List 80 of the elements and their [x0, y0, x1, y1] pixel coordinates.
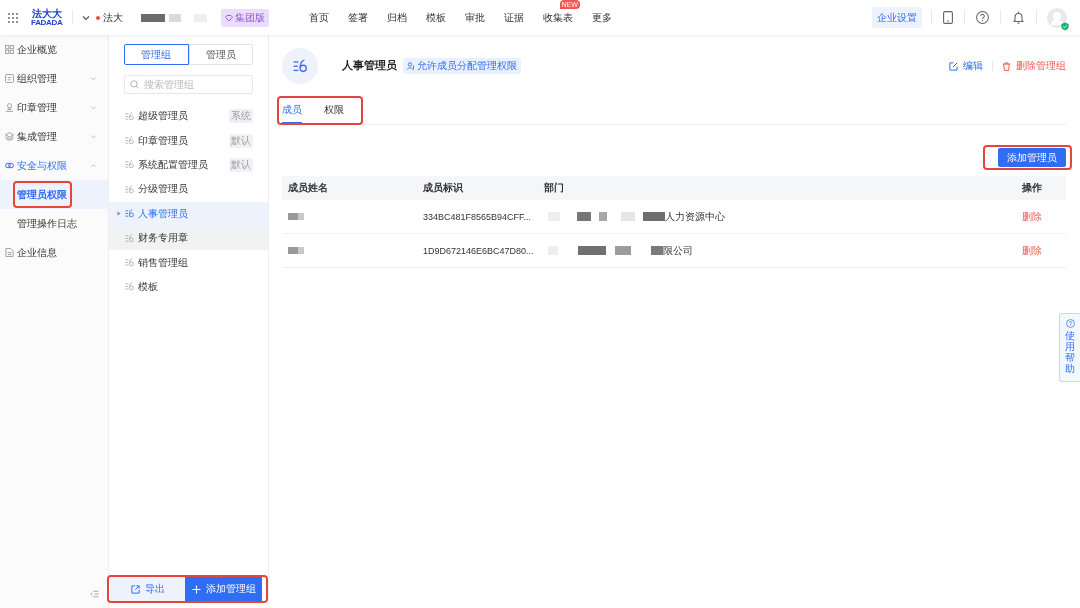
nav-link[interactable]: 签署 [347, 10, 368, 25]
verified-badge-icon [1061, 21, 1069, 31]
group-item[interactable]: 财务专用章 [109, 225, 268, 251]
person-list-icon [125, 233, 134, 243]
person-list-icon [125, 184, 134, 194]
column-header: 成员姓名 [287, 181, 329, 195]
caret-right-icon [117, 211, 121, 217]
tab[interactable]: 权限 [324, 96, 344, 124]
sidebar-item[interactable]: 印章管理 [0, 93, 108, 122]
layers-icon [5, 132, 14, 141]
nav-link[interactable]: 证据 [503, 10, 524, 25]
column-header: 部门 [543, 181, 565, 195]
status-dot-icon [95, 15, 100, 20]
add-admin-button[interactable]: 添加管理员 [998, 148, 1066, 167]
delete-link[interactable]: 删除 [1022, 209, 1042, 224]
settings-button[interactable]: 企业设置 [872, 7, 922, 28]
grid-icon [5, 45, 14, 54]
table-cell-text: 1D9D672146E6BC47D80... [422, 245, 535, 256]
person-list-icon [125, 258, 134, 268]
plus-icon [191, 584, 201, 594]
column-header: 操作 [1021, 181, 1043, 195]
bell-icon[interactable] [1012, 11, 1025, 24]
delete-link[interactable]: 删除 [1022, 243, 1042, 258]
segment-tab[interactable]: 管理组 [124, 44, 189, 65]
export-button[interactable]: 导出 [110, 577, 185, 601]
group-tag: 系统 [229, 109, 253, 124]
avatar-icon[interactable] [1047, 7, 1067, 28]
person-list-icon [125, 136, 134, 146]
logo-wordmark: FADADA [31, 18, 63, 27]
person-list-icon [125, 111, 134, 121]
sidebar-item[interactable]: 安全与权限 [0, 151, 108, 180]
stamp-icon [5, 103, 14, 112]
nav-link[interactable]: 审批 [464, 10, 485, 25]
tag-text: 允许成员分配管理权限 [417, 59, 517, 73]
help-icon [1065, 319, 1075, 328]
person-list-icon [125, 282, 134, 292]
sidebar-item[interactable]: 企业概览 [0, 35, 108, 64]
nav-link[interactable]: 收集表 [542, 10, 573, 25]
help-icon[interactable] [976, 11, 989, 24]
segment-tab[interactable]: 管理员 [188, 44, 253, 65]
sidebar-item[interactable]: 集成管理 [0, 122, 108, 151]
person-key-icon [407, 62, 415, 70]
badge-text: 集团版 [234, 10, 265, 25]
delete-group-button[interactable]: 删除管理组 [1002, 59, 1066, 73]
search-field[interactable]: 搜索管理组 [124, 75, 253, 94]
org-name[interactable]: 法大 [102, 10, 123, 25]
nav-link[interactable]: 更多 [591, 10, 612, 25]
group-title: 人事管理员 [342, 59, 397, 73]
edit-button[interactable]: 编辑 [949, 59, 983, 73]
logo-text: 法大大 [31, 8, 62, 19]
add-group-button[interactable]: 添加管理组 [185, 577, 262, 601]
diamond-icon [224, 13, 233, 22]
group-tag: 默认 [229, 133, 253, 148]
nav-link[interactable]: 模板 [425, 10, 446, 25]
tab[interactable]: 成员 [282, 96, 302, 124]
column-header: 成员标识 [422, 181, 464, 195]
document-icon [5, 248, 14, 257]
phone-icon[interactable] [943, 11, 953, 24]
nav-link[interactable]: 归档 [386, 10, 407, 25]
trash-icon [1002, 61, 1011, 71]
person-list-icon [125, 209, 134, 219]
export-icon [130, 584, 140, 594]
sidebar-item[interactable]: 组织管理 [0, 64, 108, 93]
edit-icon [949, 61, 958, 71]
help-button[interactable]: 使用帮助 [1059, 313, 1080, 382]
apps-grid-icon[interactable] [7, 11, 19, 24]
square-icon [5, 74, 14, 83]
link-icon [5, 161, 14, 170]
table-cell: 人力资源中心 [665, 209, 725, 224]
group-tag: 默认 [229, 157, 253, 172]
sidebar-subitem[interactable]: 管理操作日志 [0, 209, 108, 238]
sidebar-subitem[interactable]: 管理员权限 [0, 180, 108, 209]
person-list-icon [282, 48, 318, 84]
caret-down-icon[interactable] [81, 13, 90, 22]
person-list-icon [125, 160, 134, 170]
sidebar-item[interactable]: 企业信息 [0, 238, 108, 267]
group-item[interactable]: 人事管理员 [109, 201, 268, 226]
table-cell: 限公司 [663, 243, 693, 258]
nav-link[interactable]: 首页 [308, 10, 329, 25]
table-cell-text: 334BC481F8565B94CFF... [422, 211, 533, 222]
